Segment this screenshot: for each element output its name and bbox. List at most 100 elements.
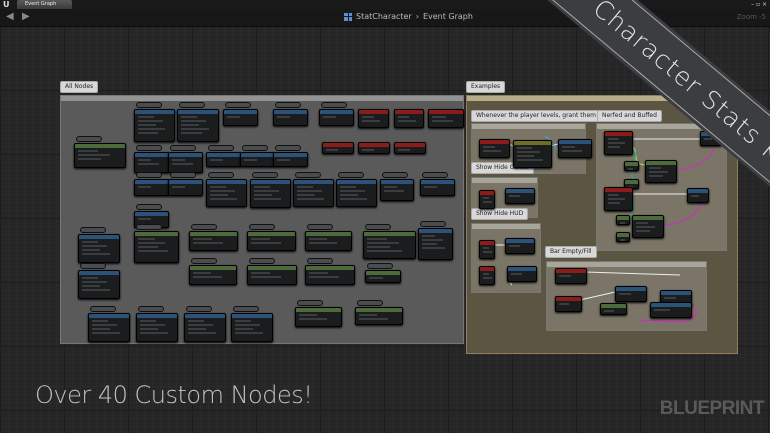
getter-node[interactable] xyxy=(252,172,278,178)
getter-node[interactable] xyxy=(136,224,162,230)
blueprint-node[interactable] xyxy=(134,231,179,263)
blueprint-node[interactable] xyxy=(600,303,627,315)
blueprint-node[interactable] xyxy=(513,140,552,168)
blueprint-node[interactable] xyxy=(273,109,308,126)
blueprint-node[interactable] xyxy=(428,109,464,128)
blueprint-node[interactable] xyxy=(231,313,273,342)
blueprint-node[interactable] xyxy=(604,131,633,155)
blueprint-node[interactable] xyxy=(632,215,664,238)
blueprint-node[interactable] xyxy=(687,188,709,203)
getter-node[interactable] xyxy=(138,306,164,312)
blueprint-node[interactable] xyxy=(322,142,354,154)
tab-event-graph[interactable]: Event Graph xyxy=(17,0,72,9)
blueprint-node[interactable] xyxy=(305,265,355,285)
getter-node[interactable] xyxy=(179,102,205,108)
comment-label-nerfed-buffed[interactable]: Nerfed and Buffed xyxy=(597,110,662,122)
getter-node[interactable] xyxy=(321,102,347,108)
getter-node[interactable] xyxy=(249,258,275,264)
comment-box-all-nodes[interactable] xyxy=(60,95,464,344)
getter-node[interactable] xyxy=(80,263,106,269)
blueprint-node[interactable] xyxy=(394,109,424,128)
getter-node[interactable] xyxy=(420,221,446,227)
blueprint-node[interactable] xyxy=(558,139,592,158)
blueprint-node[interactable] xyxy=(479,266,495,285)
blueprint-node[interactable] xyxy=(358,109,389,128)
blueprint-node[interactable] xyxy=(604,187,633,211)
getter-node[interactable] xyxy=(357,300,383,306)
blueprint-node[interactable] xyxy=(78,234,120,263)
blueprint-node[interactable] xyxy=(507,266,537,282)
getter-node[interactable] xyxy=(365,224,391,230)
blueprint-node[interactable] xyxy=(616,215,630,225)
getter-node[interactable] xyxy=(208,172,234,178)
getter-node[interactable] xyxy=(191,224,217,230)
blueprint-node[interactable] xyxy=(355,307,403,325)
blueprint-node[interactable] xyxy=(184,313,226,342)
getter-node[interactable] xyxy=(136,145,162,151)
comment-label-bar-empty-fill[interactable]: Bar Empty/Fill xyxy=(545,246,597,258)
getter-node[interactable] xyxy=(76,136,102,142)
comment-label-show-hide-hud[interactable]: Show Hide HUD xyxy=(471,208,529,220)
arrow-right-icon[interactable]: ▶ xyxy=(22,11,30,22)
blueprint-node[interactable] xyxy=(247,265,297,285)
getter-node[interactable] xyxy=(382,172,408,178)
blueprint-node[interactable] xyxy=(240,152,275,167)
blueprint-node[interactable] xyxy=(134,179,169,196)
getter-node[interactable] xyxy=(136,172,162,178)
getter-node[interactable] xyxy=(367,263,393,269)
blueprint-node[interactable] xyxy=(650,302,692,318)
getter-node[interactable] xyxy=(307,224,333,230)
blueprint-node[interactable] xyxy=(380,179,414,201)
blueprint-node[interactable] xyxy=(319,109,354,126)
blueprint-node[interactable] xyxy=(615,286,647,302)
blueprint-node[interactable] xyxy=(505,238,535,254)
blueprint-node[interactable] xyxy=(479,190,495,209)
comment-label-all-nodes[interactable]: All Nodes xyxy=(60,81,99,93)
blueprint-node[interactable] xyxy=(505,188,535,204)
getter-node[interactable] xyxy=(242,145,268,151)
blueprint-node[interactable] xyxy=(555,268,587,284)
blueprint-node[interactable] xyxy=(136,313,178,342)
getter-node[interactable] xyxy=(191,258,217,264)
blueprint-node[interactable] xyxy=(479,139,510,158)
getter-node[interactable] xyxy=(136,102,162,108)
blueprint-node[interactable] xyxy=(206,179,247,207)
blueprint-node[interactable] xyxy=(223,109,258,126)
getter-node[interactable] xyxy=(422,172,448,178)
blueprint-node[interactable] xyxy=(78,270,120,299)
getter-node[interactable] xyxy=(295,172,321,178)
getter-node[interactable] xyxy=(136,204,162,210)
blueprint-node[interactable] xyxy=(616,232,630,242)
arrow-left-icon[interactable]: ◀ xyxy=(6,11,14,22)
blueprint-node[interactable] xyxy=(645,160,677,183)
window-controls[interactable]: – ▫ × xyxy=(751,1,767,8)
blueprint-node[interactable] xyxy=(247,231,296,251)
blueprint-node[interactable] xyxy=(479,240,495,259)
blueprint-node[interactable] xyxy=(358,142,390,154)
blueprint-node[interactable] xyxy=(88,313,130,342)
getter-node[interactable] xyxy=(208,145,234,151)
breadcrumb-root[interactable]: StatCharacter xyxy=(356,12,412,21)
getter-node[interactable] xyxy=(170,172,196,178)
blueprint-node[interactable] xyxy=(250,179,291,208)
blueprint-node[interactable] xyxy=(305,231,352,251)
getter-node[interactable] xyxy=(80,227,106,233)
blueprint-node[interactable] xyxy=(365,270,401,283)
blueprint-node[interactable] xyxy=(168,179,203,196)
blueprint-node[interactable] xyxy=(293,179,334,207)
blueprint-node[interactable] xyxy=(168,152,203,173)
blueprint-node[interactable] xyxy=(177,109,219,142)
getter-node[interactable] xyxy=(275,102,301,108)
blueprint-node[interactable] xyxy=(295,307,342,327)
blueprint-node[interactable] xyxy=(394,142,426,154)
blueprint-node[interactable] xyxy=(189,265,237,285)
blueprint-node[interactable] xyxy=(74,143,126,168)
blueprint-node[interactable] xyxy=(134,109,175,142)
getter-node[interactable] xyxy=(249,224,275,230)
getter-node[interactable] xyxy=(225,102,251,108)
blueprint-node[interactable] xyxy=(336,179,377,207)
blueprint-node[interactable] xyxy=(418,228,453,260)
getter-node[interactable] xyxy=(307,258,333,264)
getter-node[interactable] xyxy=(233,306,259,312)
blueprint-node[interactable] xyxy=(273,152,308,167)
